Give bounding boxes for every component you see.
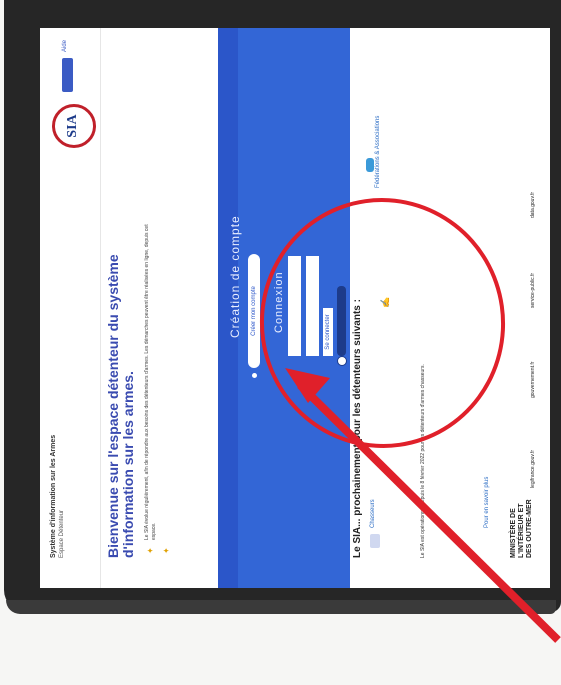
arrow-shaft xyxy=(297,382,561,643)
annotation-arrow-icon xyxy=(285,368,561,643)
arrow-head xyxy=(285,368,330,403)
